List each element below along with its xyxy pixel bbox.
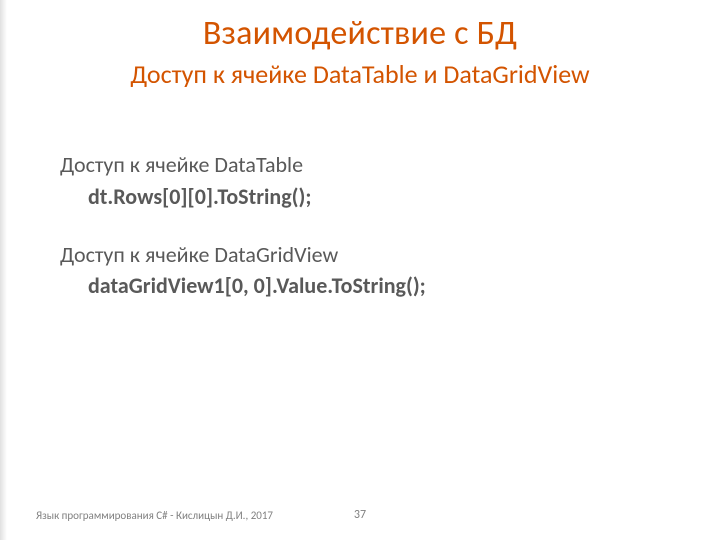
slide-title: Взаимодействие с БД (40, 14, 680, 53)
left-shadow (0, 0, 7, 540)
page-number: 37 (354, 508, 366, 522)
slide: Взаимодействие с БД Доступ к ячейке Data… (0, 0, 720, 540)
footer-attribution: Язык программирования C# - Кислицын Д.И.… (36, 509, 273, 522)
datatable-label: Доступ к ячейке DataTable (60, 150, 680, 180)
datatable-code: dt.Rows[0][0].ToString(); (60, 182, 680, 212)
slide-subtitle: Доступ к ячейке DataTable и DataGridView (40, 59, 680, 90)
datagridview-label: Доступ к ячейке DataGridView (60, 240, 680, 270)
slide-body: Доступ к ячейке DataTable dt.Rows[0][0].… (40, 150, 680, 301)
datagridview-code: dataGridView1[0, 0].Value.ToString(); (60, 271, 680, 301)
